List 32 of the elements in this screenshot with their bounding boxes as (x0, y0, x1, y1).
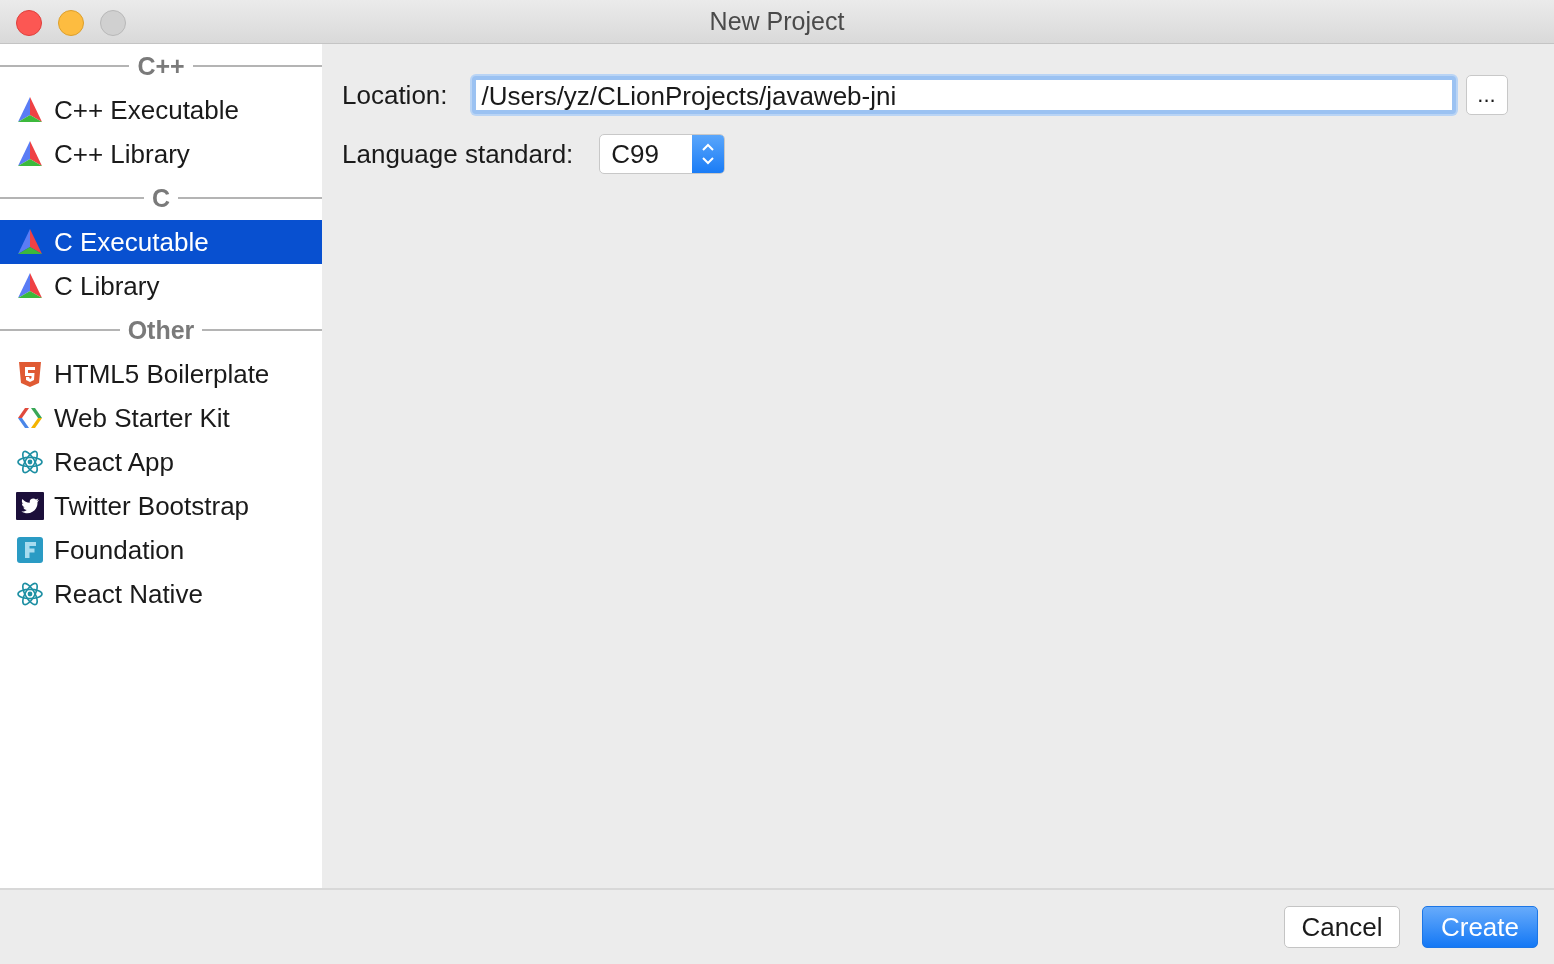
minimize-button[interactable] (58, 10, 84, 36)
field-label: Location: (342, 79, 448, 111)
project-type-item[interactable]: React App (0, 440, 322, 484)
project-type-item[interactable]: Twitter Bootstrap (0, 484, 322, 528)
atom-icon (16, 448, 44, 476)
project-type-item[interactable]: Web Starter Kit (0, 396, 322, 440)
project-type-item[interactable]: C Library (0, 264, 322, 308)
group-heading: C++ (137, 51, 185, 81)
triangle-logo-icon (16, 228, 44, 256)
project-type-item[interactable]: Foundation (0, 528, 322, 572)
cancel-button[interactable]: Cancel (1284, 906, 1400, 948)
project-type-item[interactable]: HTML5 Boilerplate (0, 352, 322, 396)
location-field[interactable]: /Users/yz/CLionProjects/javaweb-jni (471, 76, 1456, 114)
bird-icon (16, 492, 44, 520)
group-heading: Other (127, 315, 195, 345)
window-title: New Project (709, 7, 845, 36)
letter-f-icon (16, 536, 44, 564)
close-button[interactable] (16, 10, 42, 36)
project-type-item[interactable]: React Native (0, 572, 322, 616)
field-label: Language standard: (342, 138, 574, 170)
project-type-item[interactable]: C++ Library (0, 132, 322, 176)
language-standard-dropdown[interactable]: C99 (599, 134, 726, 174)
project-type-item[interactable]: C Executable (0, 220, 322, 264)
triangle-logo-icon (16, 140, 44, 168)
triangle-logo-icon (16, 96, 44, 124)
group-heading: C (151, 183, 171, 213)
triangle-logo-icon (16, 272, 44, 300)
browse-button[interactable]: ... (1465, 75, 1508, 115)
project-type-item[interactable]: C++ Executable (0, 88, 322, 132)
zoom-button[interactable] (100, 10, 126, 36)
atom-icon (16, 580, 44, 608)
shield-five-icon (16, 360, 44, 388)
